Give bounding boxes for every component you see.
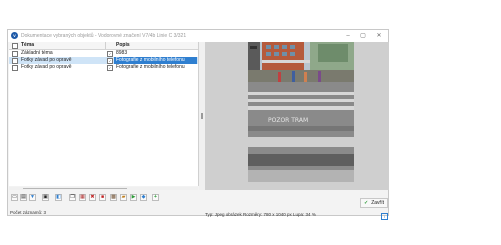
column-header-theme[interactable]: Téma [21, 42, 34, 49]
delete-icon[interactable]: ✖ [89, 194, 96, 201]
toolbar: ▭ ▤ ▼ ▣ ◧ ❐ ▦ ✖ ■ ▩ ▰ ▶ ◆ + [9, 193, 198, 202]
close-button-label: Zavřít [371, 200, 384, 206]
minimize-button[interactable]: – [343, 32, 353, 40]
row-checkbox[interactable] [12, 65, 18, 71]
select-icon[interactable]: ▭ [11, 194, 18, 201]
record-count: Počet záznamů: 3 [10, 210, 47, 215]
row-description: Fotografie z mobilního telefonu [116, 57, 185, 63]
document-icon[interactable]: ▦ [79, 194, 86, 201]
selected-description-cell[interactable]: Fotografie z mobilního telefonu [114, 57, 197, 64]
export-icon[interactable]: ◆ [140, 194, 147, 201]
close-button[interactable]: ✓ Zavřít [360, 198, 388, 208]
photo-preview-pane: POZOR TRAM [205, 42, 389, 190]
info-icon[interactable]: i [381, 213, 388, 220]
row-theme: Základní téma [21, 50, 53, 56]
table-row[interactable]: Fotky závad po opravě ✓ Fotografie z mob… [9, 64, 198, 71]
street-crossing-photo: POZOR TRAM [248, 42, 354, 182]
select-all-checkbox[interactable] [12, 43, 18, 49]
pdf-icon[interactable]: ■ [99, 194, 106, 201]
photo-icon[interactable]: ▩ [110, 194, 117, 201]
view-icon[interactable]: ▣ [42, 194, 49, 201]
filter-icon[interactable]: ▼ [29, 194, 36, 201]
title-bar: V Dokumentace vybraných objektů - Vodoro… [8, 30, 388, 42]
window-title: Dokumentace vybraných objektů - Vodorovn… [21, 33, 187, 39]
description-check-icon: ✓ [107, 65, 113, 71]
play-icon[interactable]: ▶ [130, 194, 137, 201]
row-description: 8983 [116, 50, 128, 56]
maximize-button[interactable]: ▢ [358, 32, 368, 40]
add-icon[interactable]: ▤ [20, 194, 27, 201]
camera-icon[interactable]: ◧ [55, 194, 62, 201]
plus-icon[interactable]: + [152, 194, 159, 201]
column-header-description[interactable]: Popis [116, 42, 130, 49]
copy-icon[interactable]: ❐ [69, 194, 76, 201]
splitter-grip-icon[interactable] [201, 113, 203, 119]
documentation-window: V Dokumentace vybraných objektů - Vodoro… [7, 29, 389, 220]
row-description: Fotografie z mobilního telefonu [116, 64, 185, 70]
column-divider[interactable] [105, 42, 106, 49]
horizontal-scrollbar[interactable] [9, 187, 198, 190]
row-theme: Fotky závad po opravě [21, 64, 72, 70]
image-status-text: Typ: Jpeg obrázek Rozměry: 780 x 1040 px… [205, 212, 316, 217]
close-window-button[interactable]: ✕ [374, 32, 384, 40]
table-row-selected[interactable]: Fotky závad po opravě ✓ Fotografie z mob… [9, 57, 198, 64]
list-header: Téma Popis [9, 42, 198, 50]
scrollbar-thumb[interactable] [23, 188, 127, 189]
folder-icon[interactable]: ▰ [120, 194, 127, 201]
app-logo-icon: V [11, 32, 18, 39]
road-marking-text: POZOR TRAM [268, 117, 308, 124]
table-row[interactable]: Základní téma ✓ 8983 [9, 50, 198, 57]
row-theme: Fotky závad po opravě [21, 57, 72, 63]
theme-list: Téma Popis Základní téma ✓ 8983 Fotky zá… [9, 42, 199, 186]
checkmark-icon: ✓ [364, 200, 369, 206]
